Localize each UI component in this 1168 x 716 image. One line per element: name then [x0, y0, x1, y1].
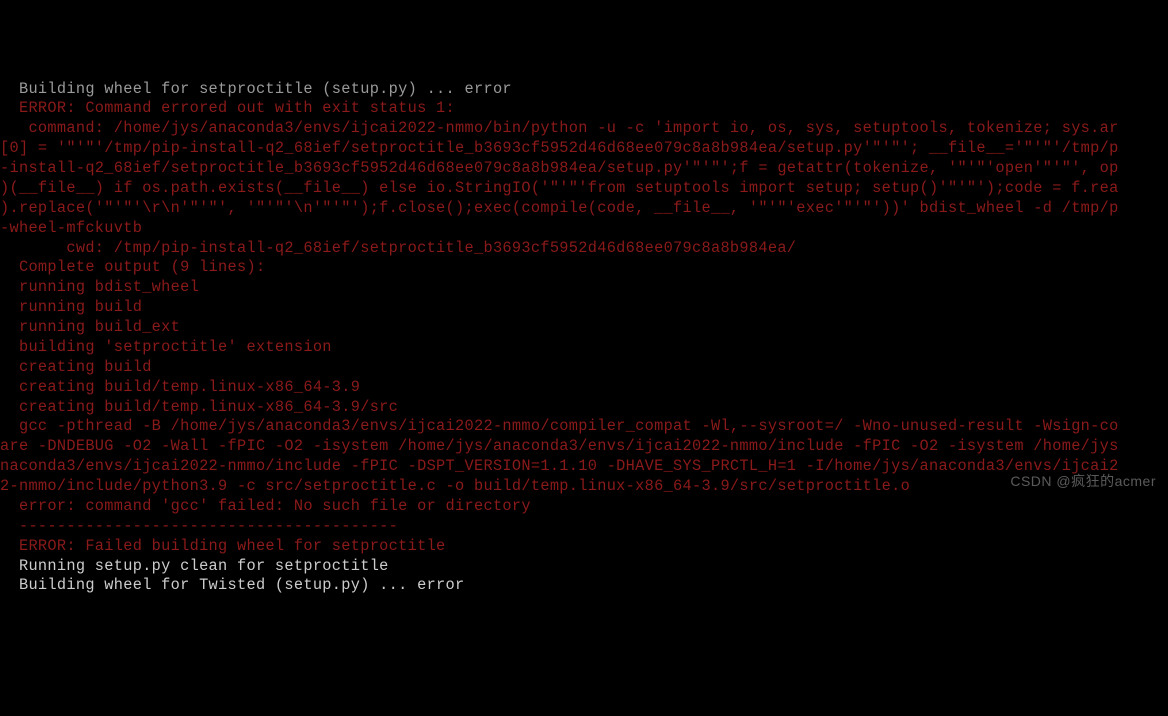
terminal-line: running bdist_wheel	[0, 278, 1168, 298]
terminal-line: Complete output (9 lines):	[0, 258, 1168, 278]
terminal-line: command: /home/jys/anaconda3/envs/ijcai2…	[0, 119, 1168, 139]
terminal-line: Building wheel for Twisted (setup.py) ..…	[0, 576, 1168, 596]
terminal-line: Running setup.py clean for setproctitle	[0, 557, 1168, 577]
terminal-line: creating build	[0, 358, 1168, 378]
terminal-line: ----------------------------------------	[0, 517, 1168, 537]
terminal-line: ).replace('"'"'\r\n'"'"', '"'"'\n'"'"');…	[0, 199, 1168, 219]
terminal-line: naconda3/envs/ijcai2022-nmmo/include -fP…	[0, 457, 1168, 477]
terminal-line: cwd: /tmp/pip-install-q2_68ief/setprocti…	[0, 239, 1168, 259]
terminal-line: [0] = '"'"'/tmp/pip-install-q2_68ief/set…	[0, 139, 1168, 159]
terminal-line: ERROR: Command errored out with exit sta…	[0, 99, 1168, 119]
terminal-output: Building wheel for setproctitle (setup.p…	[0, 80, 1168, 597]
terminal-line: running build_ext	[0, 318, 1168, 338]
terminal-line: building 'setproctitle' extension	[0, 338, 1168, 358]
terminal-line: -wheel-mfckuvtb	[0, 219, 1168, 239]
terminal-line: Building wheel for setproctitle (setup.p…	[0, 80, 1168, 100]
terminal-line: are -DNDEBUG -O2 -Wall -fPIC -O2 -isyste…	[0, 437, 1168, 457]
terminal-line: -install-q2_68ief/setproctitle_b3693cf59…	[0, 159, 1168, 179]
terminal-line: gcc -pthread -B /home/jys/anaconda3/envs…	[0, 417, 1168, 437]
terminal-line: ERROR: Failed building wheel for setproc…	[0, 537, 1168, 557]
terminal-line: creating build/temp.linux-x86_64-3.9/src	[0, 398, 1168, 418]
terminal-line: creating build/temp.linux-x86_64-3.9	[0, 378, 1168, 398]
watermark-text: CSDN @疯狂的acmer	[1010, 472, 1156, 490]
terminal-line: running build	[0, 298, 1168, 318]
terminal-line: 2-nmmo/include/python3.9 -c src/setproct…	[0, 477, 1168, 497]
terminal-line: )(__file__) if os.path.exists(__file__) …	[0, 179, 1168, 199]
